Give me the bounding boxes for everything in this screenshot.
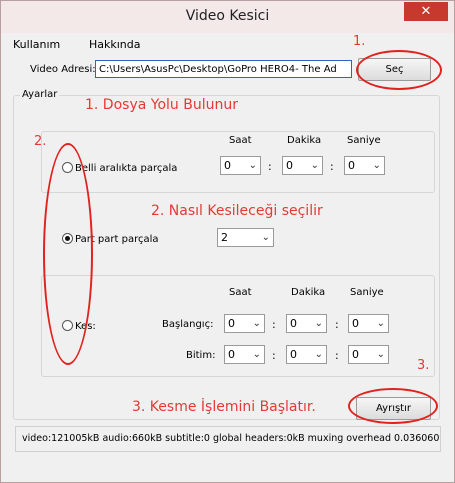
chevron-down-icon: ⌄ <box>248 160 257 171</box>
title-bar: Video Kesici ✕ <box>1 1 454 33</box>
separator: : <box>272 318 276 331</box>
interval-label: Belli aralıkta parçala <box>75 163 178 174</box>
pieces-select[interactable]: 2 ⌄ <box>217 228 274 247</box>
separator: : <box>335 349 339 362</box>
annotation-oval-options <box>43 143 93 365</box>
video-path-input[interactable]: C:\Users\AsusPc\Desktop\GoPro HERO4- The… <box>95 60 352 78</box>
pieces-value: 2 <box>221 231 228 244</box>
status-text: video:121005kB audio:660kB subtitle:0 gl… <box>15 426 441 452</box>
annotation-number-1: 1. <box>353 34 366 49</box>
chevron-down-icon: ⌄ <box>314 318 323 329</box>
chevron-down-icon: ⌄ <box>310 160 319 171</box>
cut-start-label: Başlangıç: <box>162 319 214 330</box>
chevron-down-icon: ⌄ <box>252 318 261 329</box>
cut-start-minute-select[interactable]: 0 ⌄ <box>286 314 327 333</box>
chevron-down-icon: ⌄ <box>314 349 323 360</box>
cut-start-hour-value: 0 <box>228 317 235 330</box>
cut-start-hour-select[interactable]: 0 ⌄ <box>224 314 265 333</box>
cut-start-second-value: 0 <box>352 317 359 330</box>
separator: : <box>268 160 272 173</box>
interval-hour-select[interactable]: 0 ⌄ <box>220 156 261 175</box>
chevron-down-icon: ⌄ <box>372 160 381 171</box>
cut-end-minute-select[interactable]: 0 ⌄ <box>286 345 327 364</box>
video-path-label: Video Adresi: <box>30 64 96 75</box>
interval-col-hour: Saat <box>229 135 252 146</box>
cut-end-second-select[interactable]: 0 ⌄ <box>348 345 389 364</box>
annotation-oval-split <box>348 388 438 424</box>
annotation-step-2: 2. Nasıl Kesileceği seçilir <box>151 203 323 219</box>
cut-start-minute-value: 0 <box>290 317 297 330</box>
interval-hour-value: 0 <box>224 159 231 172</box>
interval-minute-value: 0 <box>286 159 293 172</box>
menu-item-about[interactable]: Hakkında <box>89 38 141 51</box>
settings-group-title: Ayarlar <box>20 89 60 100</box>
interval-minute-select[interactable]: 0 ⌄ <box>282 156 323 175</box>
annotation-number-2: 2. <box>34 134 47 149</box>
cut-start-second-select[interactable]: 0 ⌄ <box>348 314 389 333</box>
cut-end-hour-select[interactable]: 0 ⌄ <box>224 345 265 364</box>
chevron-down-icon: ⌄ <box>261 232 270 243</box>
cut-col-second: Saniye <box>350 287 384 298</box>
annotation-oval-browse <box>356 50 442 90</box>
separator: : <box>330 160 334 173</box>
cut-end-minute-value: 0 <box>290 348 297 361</box>
interval-second-select[interactable]: 0 ⌄ <box>344 156 385 175</box>
interval-col-second: Saniye <box>347 135 381 146</box>
cut-end-second-value: 0 <box>352 348 359 361</box>
annotation-number-3: 3. <box>417 358 430 373</box>
app-window: Video Kesici ✕ Kullanım Hakkında Video A… <box>0 0 455 483</box>
interval-second-value: 0 <box>348 159 355 172</box>
interval-col-minute: Dakika <box>287 135 322 146</box>
cut-end-label: Bitim: <box>186 350 216 361</box>
window-title: Video Kesici <box>185 8 270 24</box>
cut-col-hour: Saat <box>229 287 252 298</box>
chevron-down-icon: ⌄ <box>252 349 261 360</box>
separator: : <box>272 349 276 362</box>
chevron-down-icon: ⌄ <box>376 349 385 360</box>
separator: : <box>335 318 339 331</box>
cut-col-minute: Dakika <box>291 287 326 298</box>
chevron-down-icon: ⌄ <box>376 318 385 329</box>
cut-end-hour-value: 0 <box>228 348 235 361</box>
annotation-step-3: 3. Kesme İşlemini Başlatır. <box>132 399 316 415</box>
annotation-step-1: 1. Dosya Yolu Bulunur <box>85 97 238 113</box>
close-icon[interactable]: ✕ <box>404 2 448 21</box>
menu-item-usage[interactable]: Kullanım <box>13 38 60 51</box>
